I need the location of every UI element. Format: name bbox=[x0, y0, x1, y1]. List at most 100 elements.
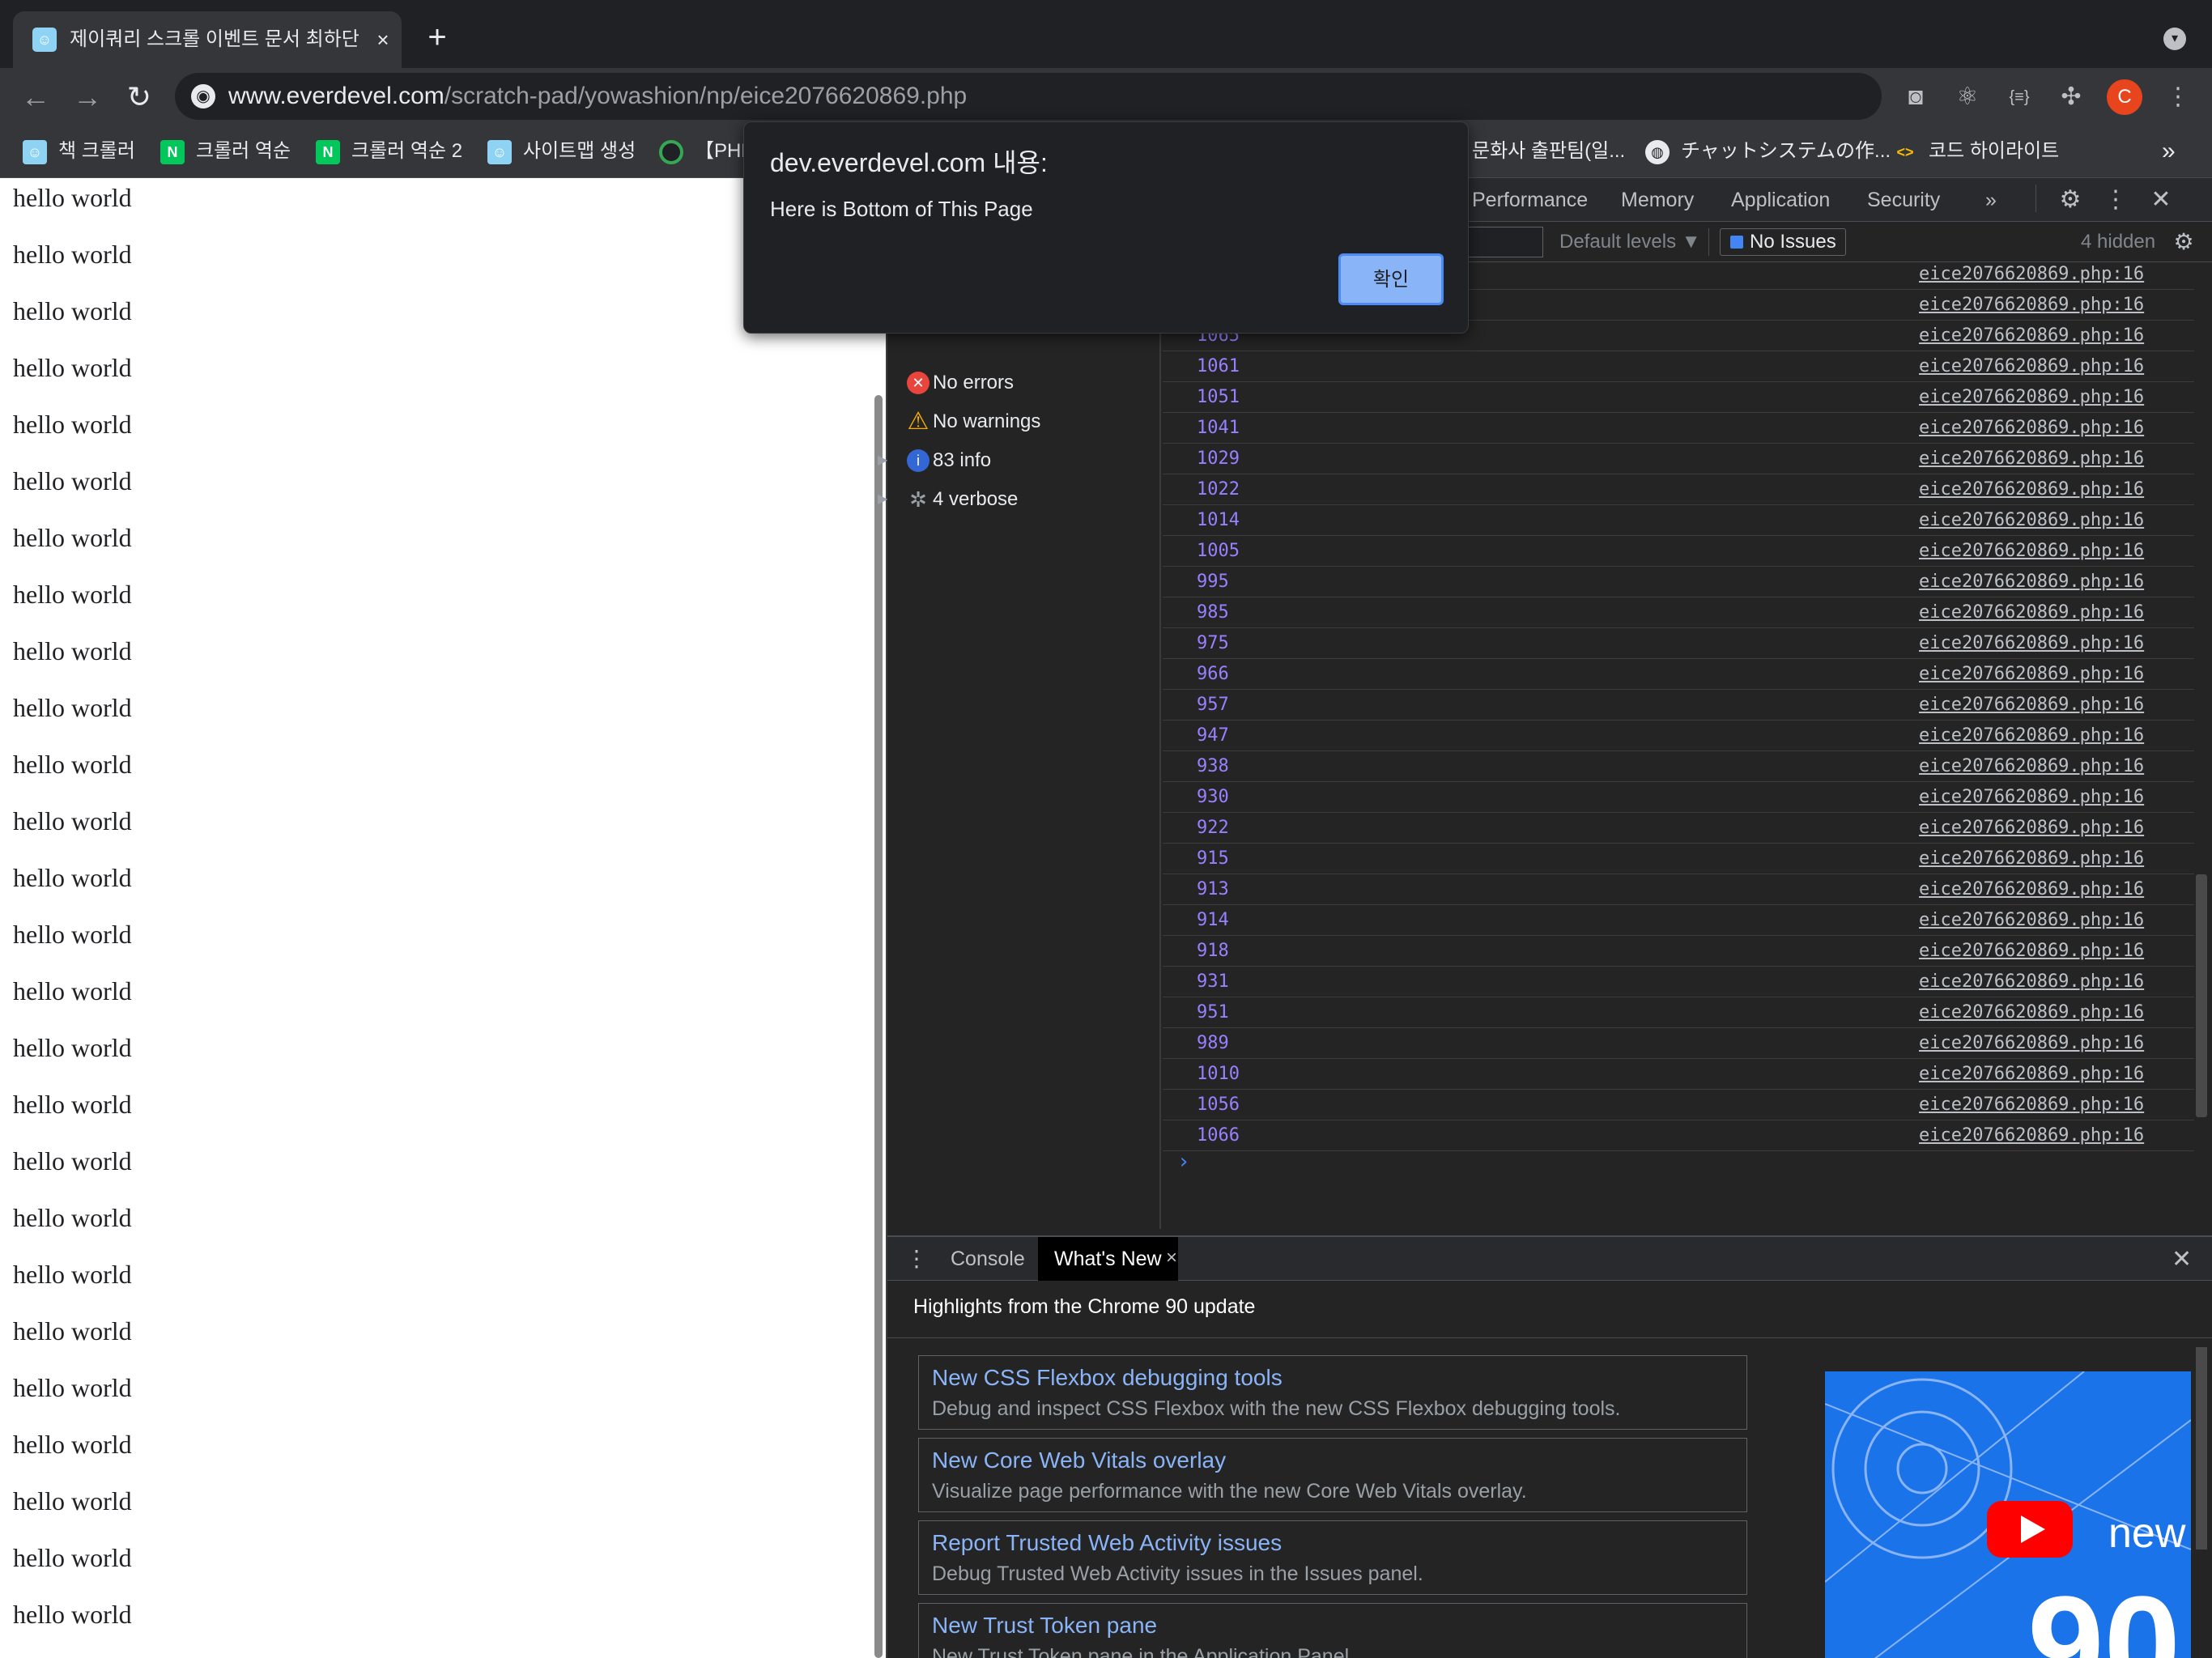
site-info-icon[interactable]: ◉ bbox=[191, 84, 215, 108]
close-tab-icon[interactable]: × bbox=[1166, 1247, 1177, 1269]
release-video-thumbnail[interactable]: new 90 bbox=[1825, 1371, 2191, 1658]
issues-button[interactable]: No Issues bbox=[1720, 228, 1846, 256]
log-source-link[interactable]: eice2076620869.php:16 bbox=[1919, 1124, 2144, 1148]
close-drawer-icon[interactable]: ✕ bbox=[2172, 1245, 2192, 1273]
feature-title-link[interactable]: Report Trusted Web Activity issues bbox=[932, 1529, 1282, 1557]
bookmark-item[interactable]: N 크롤러 역순 bbox=[160, 138, 291, 165]
feature-card[interactable]: New Trust Token pane New Trust Token pan… bbox=[918, 1603, 1747, 1658]
log-source-link[interactable]: eice2076620869.php:16 bbox=[1919, 970, 2144, 994]
expand-arrow-icon[interactable]: ▶ bbox=[878, 486, 894, 513]
extensions-puzzle-icon[interactable]: ✣ bbox=[2055, 81, 2087, 113]
log-source-link[interactable]: eice2076620869.php:16 bbox=[1919, 908, 2144, 933]
bookmark-label: 책 크롤러 bbox=[58, 140, 135, 162]
address-bar[interactable]: ◉ www.everdevel.com/scratch-pad/yowashio… bbox=[175, 73, 1882, 120]
tabs-overflow-button[interactable]: » bbox=[1985, 188, 1997, 212]
log-source-link[interactable]: eice2076620869.php:16 bbox=[1919, 878, 2144, 902]
tab-performance[interactable]: Performance bbox=[1472, 188, 1588, 212]
feature-card[interactable]: New CSS Flexbox debugging tools Debug an… bbox=[918, 1355, 1747, 1430]
dialog-ok-button[interactable]: 확인 bbox=[1338, 253, 1444, 305]
page-scrollbar-thumb[interactable] bbox=[874, 395, 883, 1658]
feature-title-link[interactable]: New Trust Token pane bbox=[932, 1612, 1157, 1639]
tab-application[interactable]: Application bbox=[1731, 188, 1830, 212]
console-log[interactable]: › eice2076620869.php:16 eice2076620869.ph… bbox=[1163, 262, 2194, 1201]
log-source-link[interactable]: eice2076620869.php:16 bbox=[1919, 447, 2144, 471]
video-play-icon[interactable] bbox=[1987, 1501, 2073, 1558]
console-settings-gear-icon[interactable]: ⚙ bbox=[2170, 228, 2197, 256]
log-source-link[interactable]: eice2076620869.php:16 bbox=[1919, 631, 2144, 656]
browser-menu-icon[interactable]: ⋮ bbox=[2162, 81, 2194, 113]
hello-world-line: hello world bbox=[13, 806, 132, 835]
feature-title-link[interactable]: New CSS Flexbox debugging tools bbox=[932, 1364, 1283, 1392]
active-tab[interactable]: ☺ 제이쿼리 스크롤 이벤트 문서 최하단 × bbox=[13, 11, 402, 68]
react-devtools-icon[interactable]: ⚛ bbox=[1951, 81, 1984, 113]
settings-gear-icon[interactable]: ⚙ bbox=[2057, 186, 2084, 214]
bookmark-item[interactable]: 【PHP bbox=[659, 138, 754, 165]
devtools-menu-icon[interactable]: ⋮ bbox=[2102, 186, 2129, 214]
console-filter-input[interactable] bbox=[1462, 227, 1543, 257]
log-source-link[interactable]: eice2076620869.php:16 bbox=[1919, 1031, 2144, 1056]
browser-window: ☺ 제이쿼리 스크롤 이벤트 문서 최하단 × + ▾ ← → ↻ ◉ www.… bbox=[0, 0, 2212, 1658]
sidebar-item-verbose[interactable]: ▶ ✲ 4 verbose bbox=[878, 486, 1019, 513]
page-viewport[interactable]: hello world hello world hello world hello w… bbox=[0, 178, 886, 1658]
back-button[interactable]: ← bbox=[18, 79, 53, 115]
console-prompt[interactable]: › bbox=[1177, 1150, 1190, 1174]
log-source-link[interactable]: eice2076620869.php:16 bbox=[1919, 939, 2144, 963]
log-source-link[interactable]: eice2076620869.php:16 bbox=[1919, 355, 2144, 379]
address-url[interactable]: www.everdevel.com/scratch-pad/yowashion/… bbox=[228, 81, 967, 112]
bookmark-item[interactable]: <> 코드 하이라이트 bbox=[1893, 138, 2059, 165]
log-source-link[interactable]: eice2076620869.php:16 bbox=[1919, 539, 2144, 563]
json-extension-icon[interactable]: {≡} bbox=[2003, 81, 2035, 113]
forward-button[interactable]: → bbox=[70, 79, 105, 115]
log-source-link[interactable]: eice2076620869.php:16 bbox=[1919, 693, 2144, 717]
bookmark-label: 사이트맵 생성 bbox=[523, 140, 636, 162]
bookmarks-overflow-button[interactable]: » bbox=[2162, 138, 2176, 165]
log-source-link[interactable]: eice2076620869.php:16 bbox=[1919, 293, 2144, 317]
tab-memory[interactable]: Memory bbox=[1621, 188, 1694, 212]
log-source-link[interactable]: eice2076620869.php:16 bbox=[1919, 662, 2144, 687]
log-source-link[interactable]: eice2076620869.php:16 bbox=[1919, 601, 2144, 625]
sidebar-item-label: 4 verbose bbox=[933, 488, 1019, 510]
tab-close-icon[interactable]: × bbox=[369, 26, 397, 53]
profile-avatar[interactable]: C bbox=[2107, 79, 2142, 115]
tab-console[interactable]: Console bbox=[951, 1247, 1025, 1271]
log-source-link[interactable]: eice2076620869.php:16 bbox=[1919, 324, 2144, 348]
log-source-link[interactable]: eice2076620869.php:16 bbox=[1919, 1093, 2144, 1117]
tab-security[interactable]: Security bbox=[1867, 188, 1940, 212]
log-source-link[interactable]: eice2076620869.php:16 bbox=[1919, 816, 2144, 840]
bookmark-item[interactable]: N 크롤러 역순 2 bbox=[316, 138, 462, 165]
reload-button[interactable]: ↻ bbox=[121, 79, 157, 115]
drawer-menu-icon[interactable]: ⋮ bbox=[905, 1245, 928, 1272]
close-devtools-icon[interactable]: ✕ bbox=[2147, 186, 2175, 214]
sidebar-item-warnings[interactable]: ⚠ No warnings bbox=[908, 408, 1041, 436]
log-source-link[interactable]: eice2076620869.php:16 bbox=[1919, 847, 2144, 871]
camera-extension-icon[interactable]: ◙ bbox=[1899, 81, 1932, 113]
hello-world-line: hello world bbox=[13, 1316, 132, 1346]
sidebar-item-errors[interactable]: ✕ No errors bbox=[907, 369, 1014, 397]
log-source-link[interactable]: eice2076620869.php:16 bbox=[1919, 755, 2144, 779]
log-source-link[interactable]: eice2076620869.php:16 bbox=[1919, 416, 2144, 440]
new-tab-button[interactable]: + bbox=[421, 21, 453, 53]
feature-title-link[interactable]: New Core Web Vitals overlay bbox=[932, 1447, 1226, 1474]
drawer-scrollbar-thumb[interactable] bbox=[2196, 1347, 2207, 1550]
log-levels-dropdown[interactable]: Default levels ▼ bbox=[1559, 230, 1701, 254]
bookmark-item[interactable]: ◍ チャットシステムの作... bbox=[1645, 138, 1891, 165]
expand-arrow-icon[interactable]: ▶ bbox=[878, 447, 894, 474]
log-source-link[interactable]: eice2076620869.php:16 bbox=[1919, 785, 2144, 810]
log-source-link[interactable]: eice2076620869.php:16 bbox=[1919, 478, 2144, 502]
bookmark-item[interactable]: ☺ 사이트맵 생성 bbox=[487, 138, 636, 165]
console-scrollbar-thumb[interactable] bbox=[2196, 874, 2207, 1117]
log-source-link[interactable]: eice2076620869.php:16 bbox=[1919, 570, 2144, 594]
log-source-link[interactable]: eice2076620869.php:16 bbox=[1919, 1062, 2144, 1086]
bookmark-item[interactable]: ☺ 책 크롤러 bbox=[23, 138, 135, 165]
feature-card[interactable]: Report Trusted Web Activity issues Debug… bbox=[918, 1520, 1747, 1595]
bookmark-item[interactable]: 문화사 출판팀(일... bbox=[1472, 138, 1625, 165]
tab-whats-new[interactable]: What's New bbox=[1038, 1237, 1178, 1281]
tab-search-icon[interactable]: ▾ bbox=[2163, 28, 2186, 50]
log-source-link[interactable]: eice2076620869.php:16 bbox=[1919, 1001, 2144, 1025]
sidebar-item-info[interactable]: ▶ i 83 info bbox=[878, 447, 991, 474]
log-source-link[interactable]: eice2076620869.php:16 bbox=[1919, 508, 2144, 533]
feature-card[interactable]: New Core Web Vitals overlay Visualize pa… bbox=[918, 1438, 1747, 1512]
log-source-link[interactable]: eice2076620869.php:16 bbox=[1919, 724, 2144, 748]
log-source-link[interactable]: eice2076620869.php:16 bbox=[1919, 385, 2144, 410]
log-source-link[interactable]: eice2076620869.php:16 bbox=[1919, 262, 2144, 287]
